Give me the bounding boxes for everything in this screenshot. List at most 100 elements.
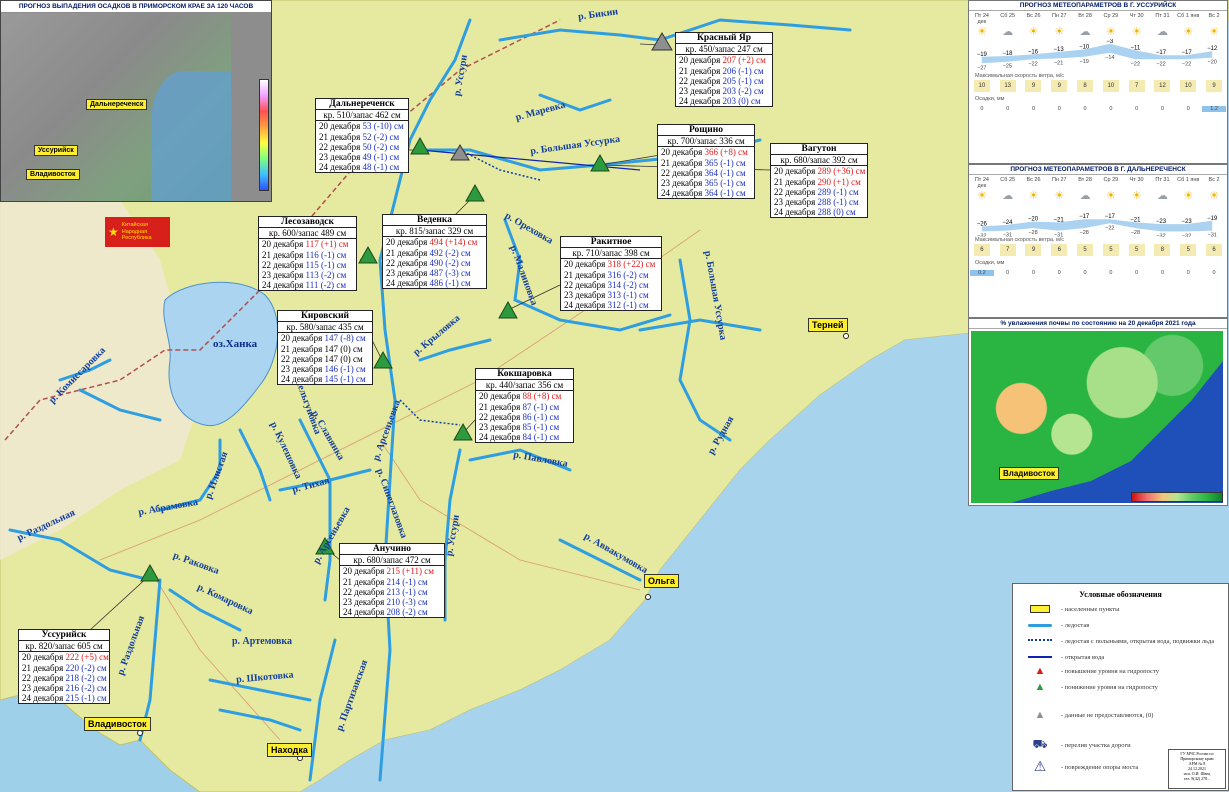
wind-value: 10 [1102, 80, 1119, 92]
station-key-levels: кр. 580/запас 435 см [278, 321, 372, 334]
weather-sun-icon: ☀ [1131, 190, 1142, 202]
level-date: 20 декабря [661, 147, 703, 158]
level-value: 366 (+8) см [704, 147, 748, 158]
station-level-row: 23 декабря 210 (-3) см [340, 597, 444, 607]
level-date: 21 декабря [343, 576, 385, 587]
station-level-row: 22 декабря 115 (-1) см [259, 260, 356, 270]
temperature-strip: −19 −27 −18 −25 −16 −22 −13 −21 −10 −19 −3 −14 −11 −2… [969, 39, 1227, 73]
forecast-day: Ср 29 [1103, 177, 1119, 183]
level-value: 116 (-1) см [305, 249, 347, 260]
legend-item-fall: ▲ - понижение уровня на гидропосту [1025, 681, 1158, 693]
wind-value: 5 [1128, 244, 1145, 256]
forecast-day: Пн 27 [1051, 177, 1067, 183]
forecast-day: Пт 24 дек [974, 177, 989, 189]
station-level-row: 20 декабря 147 (-8) см [278, 333, 372, 343]
level-date: 22 декабря [679, 75, 721, 86]
station-level-row: 20 декабря 494 (+14) см [383, 237, 486, 247]
level-value: 364 (-1) см [704, 167, 746, 178]
weather-sun-icon: ☁ [1002, 190, 1014, 202]
precip-value: 0 [1212, 270, 1216, 276]
station-name: Кировский [300, 311, 350, 321]
tmax-label: −10 [1079, 45, 1090, 51]
tmin-label: −32 [977, 233, 986, 237]
level-date: 21 декабря [679, 65, 721, 76]
station-level-row: 22 декабря 314 (-2) см [561, 280, 661, 290]
level-value: 288 (0) см [817, 207, 856, 218]
station-level-row: 23 декабря 146 (-1) см [278, 364, 372, 374]
inset-label-ussuriysk: Уссурийск [34, 145, 78, 156]
station-level-row: 23 декабря 288 (-1) см [771, 197, 867, 207]
precip-scale-bar [259, 79, 269, 191]
tmax-label: −20 [1028, 217, 1039, 223]
tmax-label: −21 [1054, 217, 1065, 223]
station-level-row: 21 декабря 365 (-1) см [658, 158, 754, 168]
legend-title: Условные обозначения [1079, 590, 1162, 599]
station-box-krasny-yar: Красный Яр кр. 450/запас 247 см 20 декабря… [675, 32, 773, 108]
level-date: 22 декабря [281, 353, 323, 364]
level-date: 23 декабря [564, 290, 606, 301]
tmin-label: −31 [1208, 233, 1217, 237]
level-date: 23 декабря [22, 683, 64, 694]
legend-item-settlement: - населенные пункты [1025, 604, 1119, 614]
station-level-row: 22 декабря 86 (-1) см [476, 412, 573, 422]
weather-sun-icon: ☀ [1054, 190, 1065, 202]
precip-value: 0 [1031, 270, 1036, 276]
level-date: 22 декабря [22, 672, 64, 683]
station-level-row: 22 декабря 218 (-2) см [19, 673, 109, 683]
weather-sun-icon: ☀ [1209, 190, 1219, 202]
level-date: 24 декабря [661, 188, 703, 199]
tmin-label: −22 [1131, 61, 1140, 67]
tmin-label: −21 [1054, 60, 1063, 66]
level-date: 22 декабря [319, 141, 361, 152]
level-value: 207 (+2) см [722, 55, 766, 66]
level-date: 22 декабря [661, 167, 703, 178]
level-value: 147 (0) см [324, 343, 363, 354]
tmin-label: −22 [1028, 61, 1037, 67]
level-value: 213 (-1) см [386, 586, 428, 597]
wind-label: Максимальная скорость ветра, м/с [975, 237, 1065, 243]
station-level-row: 23 декабря 216 (-2) см [19, 683, 109, 693]
level-value: 53 (-10) см [362, 121, 404, 132]
precip-value: 0 [1057, 106, 1061, 112]
level-value: 147 (-8) см [324, 333, 366, 344]
wind-value: 5 [1180, 244, 1197, 256]
precip-value: 0 [1160, 270, 1164, 276]
red-triangle-icon: ▲ [1034, 665, 1046, 677]
level-date: 21 декабря [22, 662, 64, 673]
level-value: 316 (-2) см [607, 269, 649, 280]
forecast-day: Ср 29 [1103, 13, 1119, 19]
precip-label: Осадки, мм [975, 260, 1005, 266]
station-key-levels: кр. 450/запас 247 см [676, 43, 772, 56]
station-level-row: 24 декабря 111 (-2) см [259, 280, 356, 290]
station-box-kirovsky: Кировский кр. 580/запас 435 см 20 декабря … [277, 310, 373, 386]
level-date: 23 декабря [661, 178, 703, 189]
station-level-row: 21 декабря 147 (0) см [278, 344, 372, 354]
station-key-levels: кр. 815/запас 329 см [383, 225, 486, 238]
forecast-day: Сб 25 [1000, 177, 1016, 183]
precip-value: 0 [1186, 270, 1190, 276]
level-date: 23 декабря [281, 364, 323, 375]
forecast-day: Сб 1 янв [1177, 13, 1200, 19]
wind-label: Максимальная скорость ветра, м/с [975, 73, 1065, 79]
level-value: 145 (-1) см [324, 374, 366, 385]
wind-value: 9 [1025, 80, 1042, 92]
station-level-row: 24 декабря 84 (-1) см [476, 432, 573, 442]
station-level-row: 20 декабря 289 (+36) см [771, 166, 867, 176]
weather-sun-icon: ☀ [1209, 26, 1219, 38]
tmax-label: −17 [1182, 50, 1193, 56]
level-date: 24 декабря [774, 207, 816, 218]
station-box-dalnerechensk: Дальнереченск кр. 510/запас 462 см 20 дека… [315, 98, 409, 174]
city-nakhodka: Находка [267, 743, 312, 757]
weather-sun-icon: ☀ [1105, 26, 1116, 38]
precip-value: 0 [1006, 106, 1010, 112]
station-level-row: 22 декабря 289 (-1) см [771, 187, 867, 197]
station-level-row: 24 декабря 364 (-1) см [658, 188, 754, 198]
level-date: 20 декабря [564, 259, 606, 270]
station-key-levels: кр. 680/запас 392 см [771, 154, 867, 167]
station-level-row: 20 декабря 318 (+22) см [561, 259, 661, 269]
level-date: 24 декабря [679, 96, 721, 107]
weather-sun-icon: ☀ [976, 190, 987, 202]
level-value: 87 (-1) см [522, 401, 560, 412]
green-triangle-icon: ▲ [1034, 681, 1046, 693]
station-level-row: 24 декабря 145 (-1) см [278, 374, 372, 384]
